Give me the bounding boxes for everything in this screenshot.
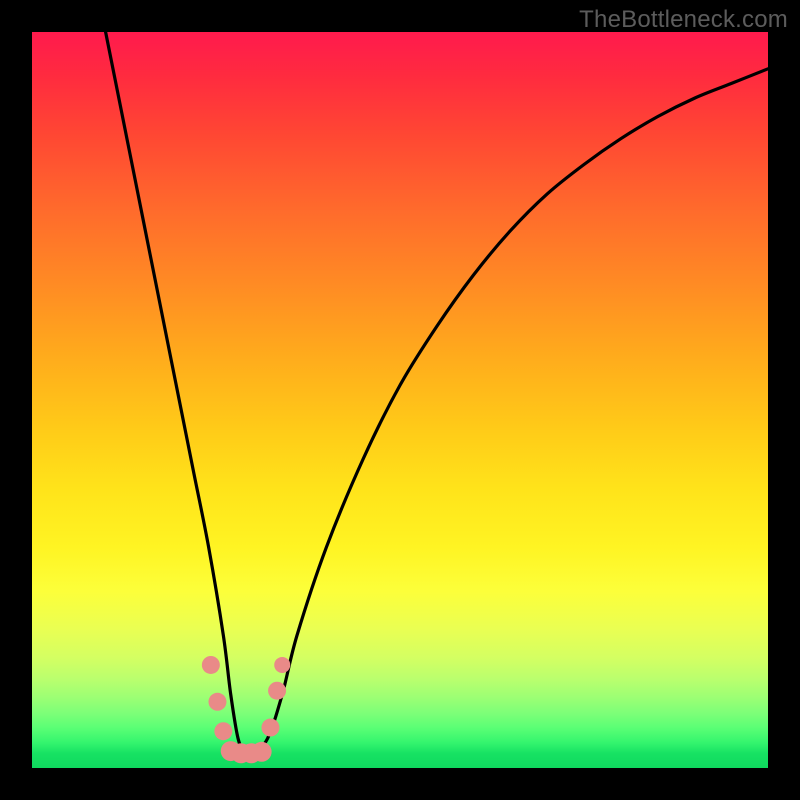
bottleneck-curve	[106, 32, 768, 755]
plot-area	[32, 32, 768, 768]
highlight-dot	[274, 657, 290, 673]
highlight-dot	[268, 682, 286, 700]
highlight-dot	[252, 742, 272, 762]
highlight-dot	[261, 719, 279, 737]
highlight-dot	[208, 693, 226, 711]
watermark-text: TheBottleneck.com	[579, 6, 788, 34]
chart-frame: TheBottleneck.com	[0, 0, 800, 800]
curve-svg	[32, 32, 768, 768]
highlight-dot	[214, 722, 232, 740]
highlight-dot	[202, 656, 220, 674]
